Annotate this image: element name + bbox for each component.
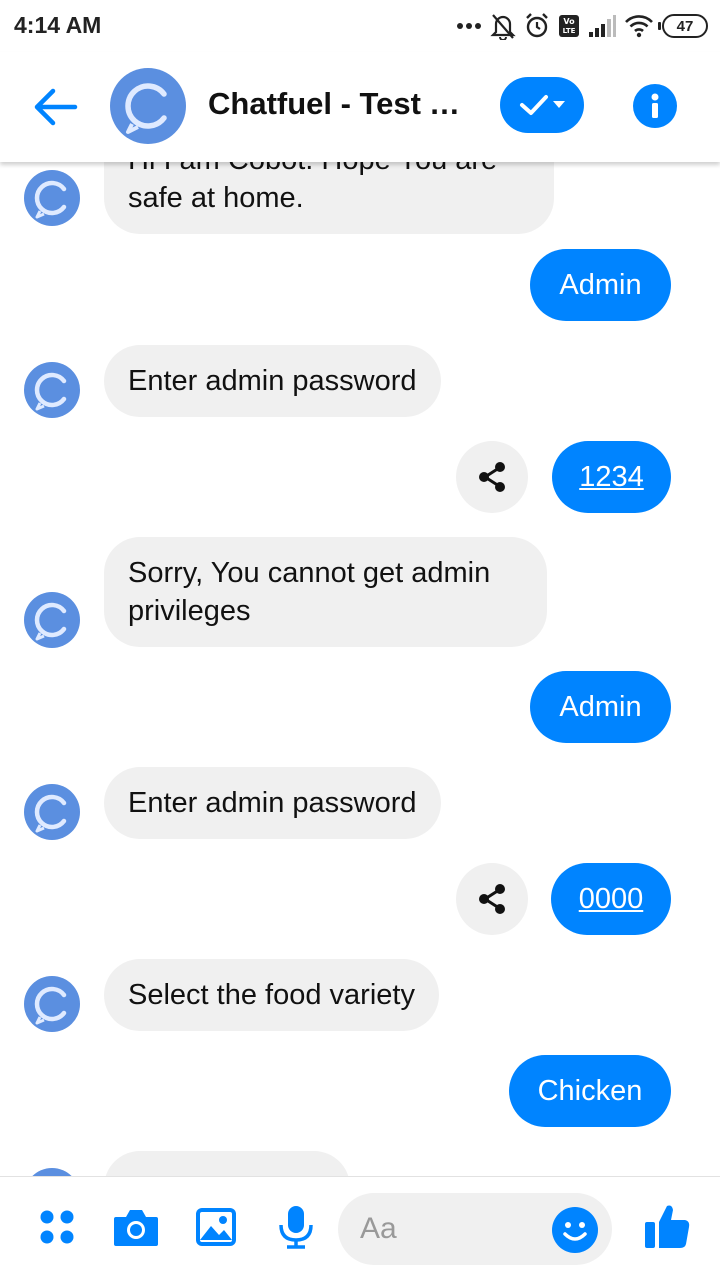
chatfuel-logo-icon (24, 170, 80, 226)
bot-message-line: Sorry, You cannot get admin (128, 557, 491, 589)
microphone-button[interactable] (272, 1203, 320, 1251)
volte-icon: Vo LTE (558, 14, 580, 38)
microphone-icon (279, 1206, 313, 1249)
status-bar: 4:14 AM Vo LTE 47 (0, 0, 720, 52)
share-button[interactable] (456, 863, 528, 935)
svg-text:LTE: LTE (563, 27, 576, 35)
chatfuel-logo-icon (32, 1168, 72, 1176)
bot-message[interactable]: Enter admin password (104, 345, 441, 417)
user-message[interactable]: Admin (530, 671, 671, 743)
user-message[interactable]: Admin (530, 249, 671, 321)
svg-text:Vo: Vo (563, 17, 575, 26)
bot-message[interactable]: Select the food variety (104, 959, 439, 1031)
bot-message[interactable]: Enter admin password (104, 767, 441, 839)
alarm-icon (524, 12, 550, 40)
emoji-icon (563, 1222, 587, 1241)
user-message[interactable]: Chicken (509, 1055, 671, 1127)
chatfuel-logo-icon (110, 68, 186, 144)
bot-message[interactable]: Hi I am Cobot. Hope You are safe at home… (104, 162, 554, 234)
message-list[interactable]: Hi I am Cobot. Hope You are safe at home… (0, 162, 720, 1176)
bot-avatar[interactable] (24, 784, 80, 840)
user-message-link[interactable]: 0000 (551, 863, 671, 935)
status-dropdown-button[interactable] (500, 77, 584, 133)
bot-avatar[interactable] (24, 170, 80, 226)
chatfuel-logo-icon (24, 592, 80, 648)
bot-avatar[interactable] (24, 362, 80, 418)
signal-icon (588, 14, 616, 38)
chatfuel-logo-icon (24, 976, 80, 1032)
back-button[interactable] (28, 82, 84, 132)
gallery-button[interactable] (192, 1203, 240, 1251)
camera-icon (114, 1210, 158, 1246)
share-icon (479, 462, 505, 492)
like-button[interactable] (641, 1199, 693, 1253)
chat-title[interactable]: Chatfuel - Test Y... (208, 86, 470, 122)
bot-message-line: Hi I am Cobot. Hope You are (128, 162, 530, 179)
bot-message-partial[interactable] (104, 1151, 350, 1176)
bot-avatar[interactable] (24, 1168, 80, 1176)
bot-message-line: safe at home. (128, 182, 304, 214)
info-button[interactable] (633, 84, 677, 128)
camera-button[interactable] (112, 1203, 160, 1251)
user-message-text[interactable]: 1234 (579, 461, 644, 493)
chat-header: Chatfuel - Test Y... (0, 52, 720, 162)
contact-avatar[interactable] (110, 68, 186, 144)
apps-icon (40, 1210, 74, 1244)
check-icon (520, 95, 548, 115)
chevron-down-icon (553, 101, 565, 108)
share-icon (479, 884, 505, 914)
composer-bar (0, 1176, 720, 1280)
bot-message[interactable]: Sorry, You cannot get admin privileges (104, 537, 547, 647)
image-icon (196, 1208, 236, 1246)
more-dots-icon (456, 22, 482, 30)
info-icon (651, 93, 659, 118)
chatfuel-logo-icon (24, 784, 80, 840)
bot-message-line: privileges (128, 595, 251, 627)
bot-avatar[interactable] (24, 976, 80, 1032)
status-icons: Vo LTE 47 (456, 10, 708, 42)
thumbs-up-icon (645, 1205, 690, 1248)
bell-off-icon (490, 12, 516, 40)
emoji-button[interactable] (552, 1207, 598, 1253)
wifi-icon (624, 14, 654, 38)
user-message-link[interactable]: 1234 (552, 441, 671, 513)
chatfuel-logo-icon (24, 362, 80, 418)
back-arrow-icon (34, 88, 78, 126)
user-message-text[interactable]: 0000 (579, 883, 644, 915)
battery-indicator: 47 (658, 14, 708, 38)
status-time: 4:14 AM (14, 12, 102, 38)
share-button[interactable] (456, 441, 528, 513)
apps-button[interactable] (33, 1203, 81, 1251)
bot-avatar[interactable] (24, 592, 80, 648)
